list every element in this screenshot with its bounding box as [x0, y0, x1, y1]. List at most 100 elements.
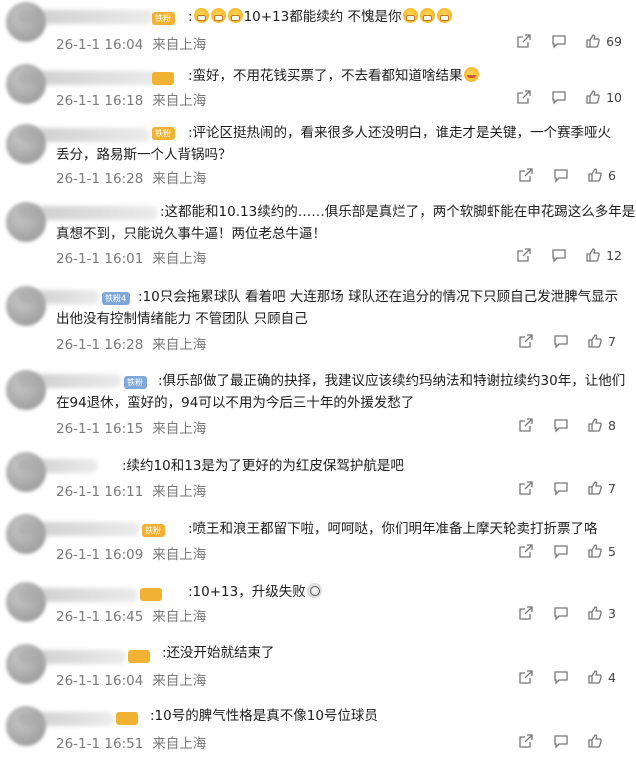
thumbs-up-icon[interactable]	[587, 543, 603, 559]
username-blurred[interactable]	[18, 459, 98, 473]
thumbs-up-icon[interactable]	[587, 417, 603, 433]
comment-icon[interactable]	[551, 247, 567, 263]
thumbs-up-icon[interactable]	[587, 480, 603, 496]
fan-badge: 铁粉4	[102, 292, 131, 305]
comment-text-line: 出他没有控制情绪能力 不管团队 只顾自己	[56, 311, 308, 327]
comment-location: 来自上海	[152, 93, 207, 109]
comment-text: :喷王和浪王都留下啦，呵呵哒，你们明年准备上摩天轮卖打折票了咯	[188, 518, 598, 540]
comment-actions	[518, 732, 622, 750]
comment-text: :俱乐部做了最正确的抉择，我建议应该续约玛纳法和特谢拉续约30年，让他们 在94…	[56, 370, 626, 414]
username-blurred[interactable]	[18, 10, 153, 24]
comment-icon[interactable]	[551, 33, 567, 49]
username-blurred[interactable]	[18, 374, 122, 388]
like-count: 10	[606, 89, 622, 105]
comment-item: :10+13，升级失败 26-1-1 16:45 来自上海 3	[0, 578, 636, 640]
share-icon[interactable]	[518, 417, 534, 433]
comment-time: 26-1-1 16:45	[56, 609, 144, 625]
like-count: 8	[608, 417, 616, 433]
share-icon[interactable]	[518, 333, 534, 349]
comment-text-line: :这都能和10.13续约的……俱乐部是真烂了，两个软脚虾能在申花踢这么多年是	[160, 204, 636, 220]
comment-icon[interactable]	[553, 733, 569, 749]
comment-text-body: :喷王和浪王都留下啦，呵呵哒，你们明年准备上摩天轮卖打折票了咯	[188, 521, 598, 537]
comment-meta: 26-1-1 16:51 来自上海	[56, 732, 206, 752]
share-icon[interactable]	[516, 89, 532, 105]
like-count: 3	[608, 605, 616, 621]
share-icon[interactable]	[516, 247, 532, 263]
thumbs-up-icon[interactable]	[585, 33, 601, 49]
comment-icon[interactable]	[553, 669, 569, 685]
comment-time: 26-1-1 16:15	[56, 421, 144, 437]
comment-text-line: 在94退休，蛮好的，94可以不用为今后三十年的外援发愁了	[56, 395, 415, 411]
comment-item: :续约10和13是为了更好的为红皮保驾护航是吧 26-1-1 16:11 来自上海…	[0, 450, 636, 512]
comment-text: :还没开始就结束了	[162, 642, 275, 664]
share-icon[interactable]	[518, 733, 534, 749]
comment-item: 铁粉4 :10只会拖累球队 看着吧 大连那场 球队还在追分的情况下只顾自己发泄脾…	[0, 284, 636, 364]
like-count: 7	[608, 480, 616, 496]
comment-actions: 69	[516, 32, 622, 50]
share-icon[interactable]	[518, 480, 534, 496]
comment-item: :这都能和10.13续约的……俱乐部是真烂了，两个软脚虾能在申花踢这么多年是 真…	[0, 200, 636, 278]
comment-meta: 26-1-1 16:15 来自上海	[56, 417, 206, 437]
username-blurred[interactable]	[18, 128, 150, 142]
comment-icon[interactable]	[551, 89, 567, 105]
comment-icon[interactable]	[553, 543, 569, 559]
like-count: 4	[608, 669, 616, 685]
comment-time: 26-1-1 16:09	[56, 547, 144, 563]
grimace-emoji-icon	[436, 8, 452, 23]
share-icon[interactable]	[518, 167, 534, 183]
like-count: 12	[606, 247, 622, 263]
comment-text-line: :10只会拖累球队 看着吧 大连那场 球队还在追分的情况下只顾自己发泄脾气显示	[138, 289, 619, 305]
comment-location: 来自上海	[152, 171, 207, 187]
fan-badge: 铁粉	[152, 127, 175, 140]
share-icon[interactable]	[518, 605, 534, 621]
fan-badge: 铁粉	[152, 12, 175, 25]
comment-icon[interactable]	[553, 417, 569, 433]
username-blurred[interactable]	[18, 290, 100, 304]
comment-actions: 8	[518, 416, 622, 434]
comment-icon[interactable]	[553, 333, 569, 349]
comment-text: :10号的脾气性格是真不像10号位球员	[150, 705, 378, 727]
comment-item: :10号的脾气性格是真不像10号位球员 26-1-1 16:51 来自上海	[0, 702, 636, 757]
username-blurred[interactable]	[18, 71, 160, 85]
share-icon[interactable]	[518, 669, 534, 685]
username-blurred[interactable]	[18, 712, 114, 726]
thumbs-up-icon[interactable]	[585, 89, 601, 105]
comment-meta: 26-1-1 16:09 来自上海	[56, 543, 206, 563]
thumbs-up-icon[interactable]	[587, 333, 603, 349]
fan-badge: 铁粉	[142, 524, 165, 537]
grimace-emoji-icon	[227, 8, 243, 23]
comment-location: 来自上海	[152, 251, 207, 267]
comment-item: 铁粉 :俱乐部做了最正确的抉择，我建议应该续约玛纳法和特谢拉续约30年，让他们 …	[0, 368, 636, 446]
thumbs-up-icon[interactable]	[587, 733, 603, 749]
like-count: 7	[608, 333, 616, 349]
username-blurred[interactable]	[18, 522, 140, 536]
username-blurred[interactable]	[18, 206, 158, 220]
share-icon[interactable]	[518, 543, 534, 559]
grimace-emoji-icon	[402, 8, 418, 23]
comment-time: 26-1-1 16:28	[56, 337, 144, 353]
fan-badge: 铁粉	[124, 376, 147, 389]
comment-text-prefix: :	[188, 9, 193, 25]
comment-text-body: 10+13都能续约 不愧是你	[243, 9, 402, 25]
thumbs-up-icon[interactable]	[587, 669, 603, 685]
like-count: 69	[606, 33, 622, 49]
thumbs-up-icon[interactable]	[585, 247, 601, 263]
comment-text: :续约10和13是为了更好的为红皮保驾护航是吧	[122, 455, 404, 477]
comment-time: 26-1-1 16:18	[56, 93, 144, 109]
comment-icon[interactable]	[553, 480, 569, 496]
comment-text-line: :俱乐部做了最正确的抉择，我建议应该续约玛纳法和特谢拉续约30年，让他们	[158, 373, 626, 389]
comment-meta: 26-1-1 16:28 来自上海	[56, 167, 206, 187]
comment-text: :10+13，升级失败	[188, 581, 323, 603]
comment-location: 来自上海	[152, 736, 207, 752]
comment-icon[interactable]	[553, 167, 569, 183]
comment-meta: 26-1-1 16:28 来自上海	[56, 333, 206, 353]
username-blurred[interactable]	[18, 650, 126, 664]
comment-actions: 10	[516, 88, 622, 106]
share-icon[interactable]	[516, 33, 532, 49]
thumbs-up-icon[interactable]	[587, 605, 603, 621]
comment-meta: 26-1-1 16:04 来自上海	[56, 33, 206, 53]
username-blurred[interactable]	[18, 588, 138, 602]
comment-icon[interactable]	[553, 605, 569, 621]
like-count: 6	[608, 167, 616, 183]
thumbs-up-icon[interactable]	[587, 167, 603, 183]
